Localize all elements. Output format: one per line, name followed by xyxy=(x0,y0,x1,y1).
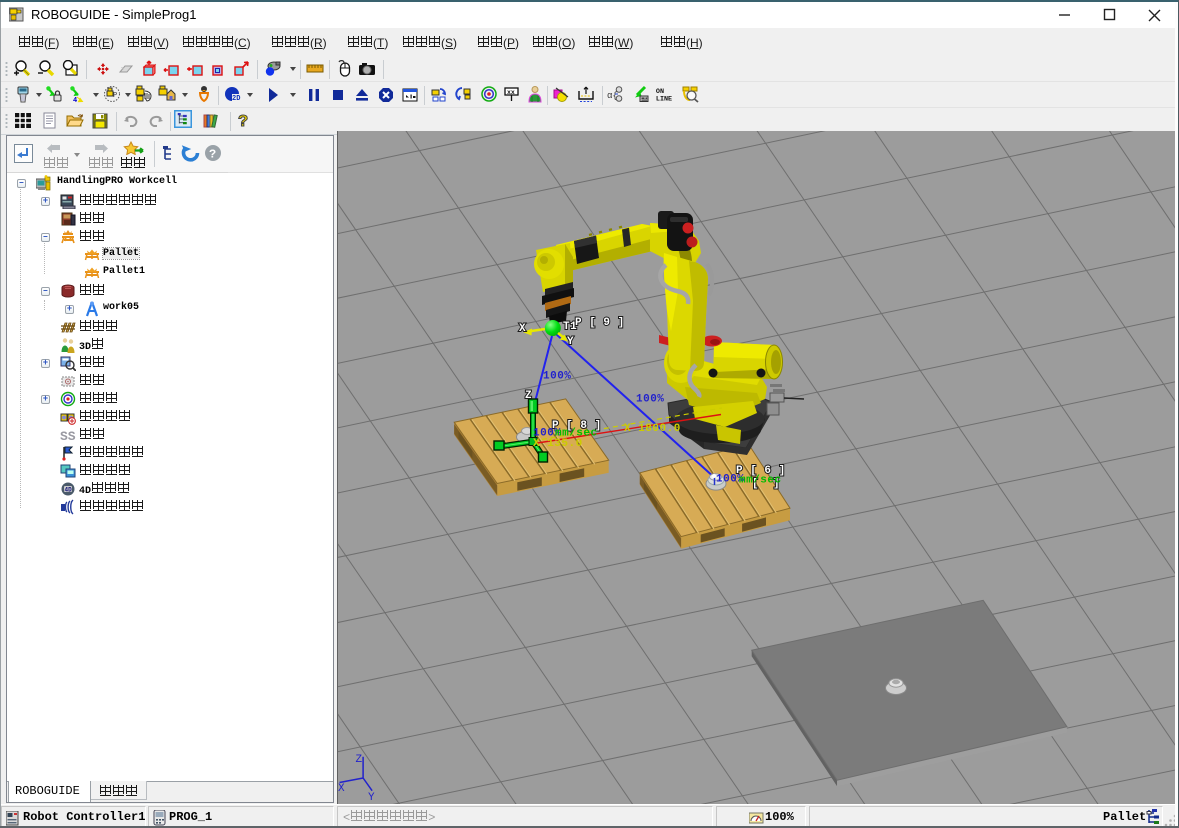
svg-text:xx: xx xyxy=(507,89,515,96)
svg-text:4: 4 xyxy=(73,97,77,103)
svg-text:4D: 4D xyxy=(65,487,73,494)
svg-text:P: P xyxy=(113,92,117,100)
svg-text:X: X xyxy=(338,783,345,795)
svg-text:2D: 2D xyxy=(232,95,240,103)
svg-text:X 135.0: X 135.0 xyxy=(533,438,583,450)
svg-text:P [ 9 ]: P [ 9 ] xyxy=(575,317,625,329)
svg-text:mm/sec: mm/sec xyxy=(739,475,782,487)
svg-text:Z: Z xyxy=(356,754,363,766)
svg-text:X 1800.0: X 1800.0 xyxy=(624,423,681,435)
svg-text:X: X xyxy=(519,323,526,335)
svg-text:100%: 100% xyxy=(543,371,571,383)
svg-text:Z: Z xyxy=(525,390,532,402)
svg-text:Y: Y xyxy=(567,336,574,348)
svg-text:LINE: LINE xyxy=(656,95,672,103)
svg-text:SS: SS xyxy=(60,429,76,443)
svg-text:T1: T1 xyxy=(563,321,577,333)
svg-text:?: ? xyxy=(209,148,216,162)
svg-text:?: ? xyxy=(238,113,248,128)
svg-text:Y: Y xyxy=(368,792,375,804)
svg-text:100%: 100% xyxy=(636,394,664,406)
